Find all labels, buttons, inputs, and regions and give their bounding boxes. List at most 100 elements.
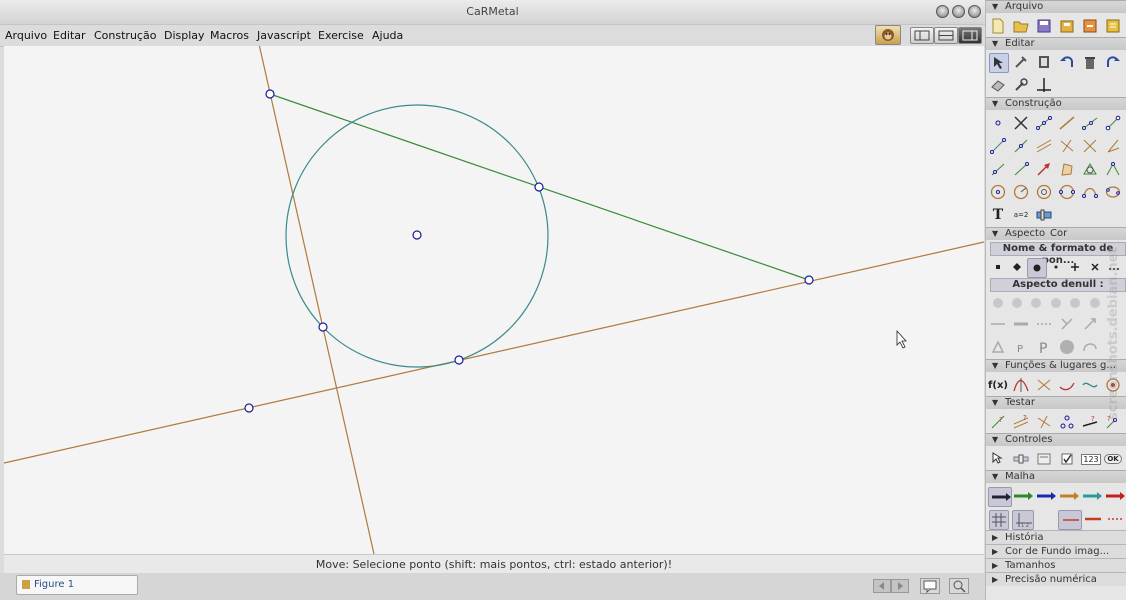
section-aspecto[interactable]: ▼ Aspecto Cor: [986, 227, 1126, 240]
point-f[interactable]: [244, 403, 254, 413]
grid-line-solid-icon[interactable]: [1058, 510, 1082, 530]
control-slider-icon[interactable]: [1012, 450, 1030, 468]
line-thick-icon[interactable]: [1012, 315, 1030, 333]
layout-split-icon[interactable]: [934, 27, 958, 44]
triangle-tool-icon[interactable]: [1081, 160, 1099, 178]
intersection-tool-icon[interactable]: [1012, 114, 1030, 132]
point-style-dot-icon[interactable]: [1047, 258, 1065, 276]
circle-tool-icon[interactable]: [989, 183, 1007, 201]
point-style-diamond-icon[interactable]: [1008, 258, 1026, 276]
comment-icon[interactable]: [920, 578, 940, 594]
section-funcoes[interactable]: ▼ Funções & lugares g...: [986, 359, 1126, 372]
color-red-icon[interactable]: [1103, 487, 1125, 505]
point-e[interactable]: [454, 355, 464, 365]
label-large-icon[interactable]: P: [1035, 338, 1053, 357]
color-blue-icon[interactable]: [1034, 487, 1056, 505]
circle-center-point[interactable]: [412, 230, 422, 240]
parametric-icon[interactable]: [1035, 376, 1053, 394]
orange-line-steep[interactable]: [258, 46, 375, 554]
menu-construcao[interactable]: Construção: [94, 29, 156, 42]
section-arquivo[interactable]: ▼ Arquivo: [986, 0, 1126, 13]
control-checkbox-icon[interactable]: [1058, 450, 1076, 468]
arc-3pts-tool-icon[interactable]: [1081, 183, 1099, 201]
label-small-icon[interactable]: P: [1012, 338, 1030, 356]
color-teal-icon[interactable]: [1080, 487, 1102, 505]
size-5-icon[interactable]: [1066, 294, 1084, 312]
polygon-tool-icon[interactable]: [1058, 160, 1076, 178]
tab-cor[interactable]: Cor: [1050, 228, 1067, 239]
test-aligned-icon[interactable]: ?: [989, 413, 1007, 431]
translation-tool-icon[interactable]: [1012, 160, 1030, 178]
menu-exercise[interactable]: Exercise: [318, 29, 364, 42]
implicit-curve-icon[interactable]: [1081, 376, 1099, 394]
tab-figure-1[interactable]: Figure 1: [16, 575, 138, 595]
monkey-icon[interactable]: [875, 25, 901, 45]
size-1-icon[interactable]: [989, 294, 1007, 312]
open-folder-icon[interactable]: [1012, 17, 1030, 35]
section-malha[interactable]: ▼ Malha: [986, 470, 1126, 483]
save-icon[interactable]: [1035, 17, 1053, 35]
resize-icon[interactable]: [1081, 315, 1099, 333]
next-arrow-icon[interactable]: [891, 579, 909, 593]
new-file-icon[interactable]: [989, 17, 1007, 35]
menu-display[interactable]: Display: [164, 29, 205, 42]
section-editar[interactable]: ▼ Editar: [986, 37, 1126, 50]
grid-line-thick-icon[interactable]: [1081, 510, 1103, 528]
point-b[interactable]: [534, 182, 544, 192]
circle-radius-tool-icon[interactable]: [1012, 183, 1030, 201]
color-orange-icon[interactable]: [1057, 487, 1079, 505]
eraser-icon[interactable]: [989, 76, 1007, 94]
export-icon[interactable]: [1081, 17, 1099, 35]
angle-style-icon[interactable]: [1058, 315, 1076, 333]
zoom-icon[interactable]: [949, 578, 969, 594]
line-thin-icon[interactable]: [989, 315, 1007, 333]
midpoint-tool-icon[interactable]: [1035, 114, 1053, 132]
parallel-tool-icon[interactable]: [1035, 137, 1053, 155]
segment-tool-icon[interactable]: [1104, 114, 1122, 132]
grid-axes-icon[interactable]: 1 2: [1012, 510, 1034, 530]
layout-left-icon[interactable]: [910, 27, 934, 44]
trash-icon[interactable]: [1081, 53, 1099, 71]
close-button[interactable]: [968, 5, 981, 18]
layout-right-icon[interactable]: [958, 27, 982, 44]
section-tamanhos[interactable]: ▶ Tamanhos: [986, 558, 1126, 572]
perpendicular-tool-icon[interactable]: [1058, 137, 1076, 155]
orange-line-shallow[interactable]: [4, 241, 984, 464]
test-perpendicular-icon[interactable]: [1035, 413, 1053, 431]
section-historia[interactable]: ▶ História: [986, 530, 1126, 544]
film-icon[interactable]: [1035, 53, 1053, 71]
point-c[interactable]: [804, 275, 814, 285]
size-3-icon[interactable]: [1027, 294, 1045, 312]
grid-icon[interactable]: [989, 510, 1009, 530]
section-precisao[interactable]: ▶ Precisão numérica: [986, 572, 1126, 586]
fill-icon[interactable]: [1058, 338, 1076, 356]
locus-curve-icon[interactable]: [1058, 376, 1076, 394]
control-pointer-icon[interactable]: [989, 450, 1007, 468]
save-as-icon[interactable]: [1058, 17, 1076, 35]
expression-tool-icon[interactable]: a=2: [1012, 206, 1030, 224]
angle-bisector-tool-icon[interactable]: [1104, 137, 1122, 155]
line-dashed-icon[interactable]: [1035, 315, 1053, 333]
minimize-button[interactable]: [936, 5, 949, 18]
point-tool-icon[interactable]: [989, 114, 1007, 132]
segment-fixed-tool-icon[interactable]: [989, 137, 1007, 155]
circle-3pts-tool-icon[interactable]: [1035, 183, 1053, 201]
ray-tool-icon[interactable]: [1081, 114, 1099, 132]
control-popup-icon[interactable]: [1035, 450, 1053, 468]
menu-ajuda[interactable]: Ajuda: [372, 29, 403, 42]
print-icon[interactable]: [1104, 17, 1122, 35]
color-green-icon[interactable]: [1011, 487, 1033, 505]
test-parallel-icon[interactable]: ?: [1012, 413, 1030, 431]
section-testar[interactable]: ▼ Testar: [986, 396, 1126, 409]
move-tool-icon[interactable]: [989, 53, 1009, 73]
graph-function-icon[interactable]: [1012, 376, 1030, 394]
section-cor-de-fundo[interactable]: ▶ Cor de Fundo imag...: [986, 544, 1126, 558]
point-style-cross-icon[interactable]: [1086, 258, 1104, 276]
control-textfield-icon[interactable]: 123: [1081, 450, 1101, 468]
vector-tool-icon[interactable]: [1012, 137, 1030, 155]
maximize-button[interactable]: [952, 5, 965, 18]
text-tool-icon[interactable]: T: [989, 206, 1007, 224]
point-a[interactable]: [265, 89, 275, 99]
bisector-tool-icon[interactable]: [1081, 137, 1099, 155]
menu-arquivo[interactable]: Arquivo: [5, 29, 47, 42]
